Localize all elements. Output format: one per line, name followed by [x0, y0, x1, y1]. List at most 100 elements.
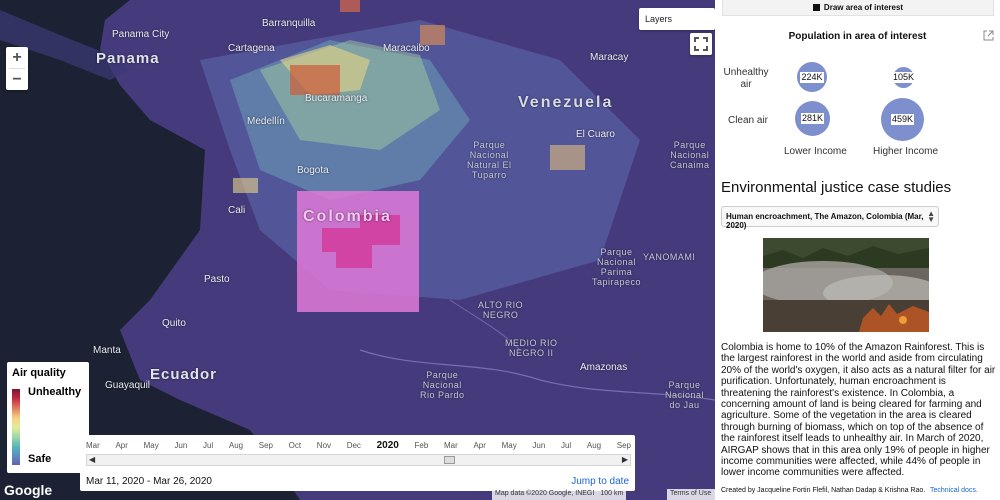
- label-medio-rio-negro: MEDIO RIO NEGRO II: [505, 338, 558, 358]
- credits: Created by Jacqueline Fortin Flefil, Nat…: [721, 487, 926, 494]
- row-label-unhealthy: Unhealthy air: [723, 67, 769, 90]
- timeline-month-label: Nov: [316, 441, 332, 450]
- layers-button[interactable]: Layers: [639, 8, 715, 30]
- timeline-next-button[interactable]: ▶: [622, 455, 628, 465]
- hotspot-bucaramanga: [290, 65, 340, 95]
- label-parima: Parque Nacional Parima Tapirapeco: [592, 247, 642, 287]
- air-quality-legend: Air quality Unhealthy Safe: [7, 362, 89, 473]
- timeline-month-label: Jul: [560, 441, 572, 450]
- value-unhealthy-lower: 224K: [800, 71, 824, 83]
- google-logo[interactable]: Google: [4, 482, 52, 498]
- timeline-thumb[interactable]: [444, 456, 455, 464]
- draw-area-button[interactable]: Draw area of interest: [722, 0, 994, 16]
- timeline-month-label: Aug: [586, 441, 602, 450]
- timeline-date-range: Mar 11, 2020 - Mar 26, 2020: [86, 476, 212, 487]
- label-el-cuaro: El Cuaro: [576, 129, 615, 140]
- label-medellin: Medellín: [247, 116, 285, 127]
- draw-area-label: Draw area of interest: [823, 3, 904, 12]
- label-alto-rio-negro: ALTO RIO NEGRO: [478, 300, 524, 320]
- case-studies-heading: Environmental justice case studies: [721, 179, 952, 196]
- map-attribution: Map data ©2020 Google, INEGI 100 km: [492, 489, 627, 500]
- label-cali: Cali: [228, 205, 246, 216]
- timeline-month-label: Apr: [473, 441, 486, 450]
- col-label-lower: Lower Income: [784, 146, 847, 157]
- timeline-month-label: 2020: [376, 440, 399, 451]
- layers-label: Layers: [645, 14, 673, 24]
- square-icon: [812, 4, 820, 11]
- timeline-month-label: Oct: [288, 441, 302, 450]
- bubble-unhealthy-higher: 105K: [891, 67, 916, 88]
- fullscreen-button[interactable]: [690, 33, 712, 55]
- bubble-clean-higher: 459K: [881, 98, 924, 141]
- label-guayaquil: Guayaquil: [105, 380, 151, 391]
- label-pasto: Pasto: [204, 274, 230, 285]
- map-data-text: Map data ©2020 Google, INEGI: [495, 490, 595, 497]
- value-unhealthy-higher: 105K: [891, 72, 916, 83]
- zoom-in-button[interactable]: +: [6, 47, 28, 68]
- label-canaima: Parque Nacional Canaima: [670, 140, 710, 170]
- timeline-month-label: Apr: [115, 441, 128, 450]
- scale-label: 100 km: [600, 490, 624, 497]
- hotspot-maracaibo: [420, 25, 445, 45]
- open-external-icon[interactable]: [983, 30, 994, 41]
- row-label-clean: Clean air: [727, 115, 769, 126]
- zoom-out-button[interactable]: −: [6, 69, 28, 90]
- app-root: Panama City Panama Barranquilla Cartagen…: [0, 0, 1000, 500]
- label-venezuela: Venezuela: [518, 94, 614, 111]
- label-manta: Manta: [93, 345, 121, 356]
- col-label-higher: Higher Income: [873, 146, 939, 157]
- timeline-prev-button[interactable]: ◀: [89, 455, 95, 465]
- legend-color-scale: [12, 389, 20, 465]
- value-clean-lower: 281K: [800, 113, 825, 124]
- timeline-month-label: Sep: [258, 441, 273, 450]
- fire-photo: [763, 238, 929, 332]
- legend-title: Air quality: [12, 367, 66, 379]
- fullscreen-icon: [694, 37, 708, 51]
- label-ecuador: Ecuador: [150, 366, 218, 383]
- timeline-month-label: Mar: [444, 441, 458, 450]
- label-maracay: Maracay: [590, 52, 629, 63]
- label-el-tuparro: Parque Nacional Natural El Tuparro: [467, 140, 512, 180]
- technical-docs-link[interactable]: Technical docs.: [930, 487, 978, 494]
- side-panel: Draw area of interest Population in area…: [715, 0, 1000, 500]
- case-study-description: Colombia is home to 10% of the Amazon Ra…: [721, 342, 996, 479]
- select-arrows-icon: ▲ ▼: [927, 209, 935, 224]
- timeline-month-label: May: [501, 441, 517, 450]
- label-bogota: Bogota: [297, 165, 329, 176]
- population-title: Population in area of interest: [788, 31, 927, 42]
- label-parque-rio: Parque Nacional Rio Pardo: [420, 370, 465, 400]
- terms-link[interactable]: Terms of Use: [667, 489, 715, 500]
- value-clean-higher: 459K: [890, 114, 915, 125]
- label-colombia: Colombia: [303, 208, 392, 225]
- hotspot-north: [340, 0, 360, 12]
- jump-to-date-link[interactable]: Jump to date: [571, 476, 629, 487]
- timeline-month-label: Dec: [346, 441, 361, 450]
- label-panama: Panama: [96, 50, 160, 67]
- air-quality-map[interactable]: Panama City Panama Barranquilla Cartagen…: [0, 0, 715, 500]
- label-quito: Quito: [162, 318, 186, 329]
- bubble-clean-lower: 281K: [795, 101, 830, 136]
- bubble-unhealthy-lower: 224K: [797, 62, 827, 92]
- timeline-months: Mar Apr May Jun Jul Aug Sep Oct Nov Dec 2020 Feb Mar…: [86, 440, 631, 453]
- label-cartagena: Cartagena: [228, 43, 275, 54]
- timeline-scrollbar[interactable]: ◀ ▶: [86, 454, 631, 466]
- timeline-month-label: Jul: [202, 441, 214, 450]
- legend-high-label: Unhealthy: [28, 386, 82, 398]
- case-study-select[interactable]: Human encroachment, The Amazon, Colombia…: [721, 206, 939, 230]
- hotspot-cali: [233, 178, 258, 193]
- legend-low-label: Safe: [28, 453, 52, 465]
- case-study-image: [763, 238, 929, 332]
- timeline-panel: Mar Apr May Jun Jul Aug Sep Oct Nov Dec 2020 Feb Mar…: [80, 435, 635, 491]
- timeline-month-label: May: [143, 441, 159, 450]
- timeline-month-label: Sep: [616, 441, 631, 450]
- timeline-month-label: Aug: [228, 441, 244, 450]
- timeline-month-label: Mar: [86, 441, 100, 450]
- label-bucaramanga: Bucaramanga: [305, 93, 368, 104]
- zoom-control: + −: [6, 47, 28, 90]
- label-maracaibo: Maracaibo: [383, 43, 430, 54]
- case-study-selected: Human encroachment, The Amazon, Colombia…: [726, 212, 924, 230]
- label-panama-city: Panama City: [112, 29, 170, 40]
- label-yanomami: YANOMAMI: [643, 252, 696, 262]
- timeline-month-label: Feb: [414, 441, 429, 450]
- label-amazonas: Amazonas: [580, 362, 628, 373]
